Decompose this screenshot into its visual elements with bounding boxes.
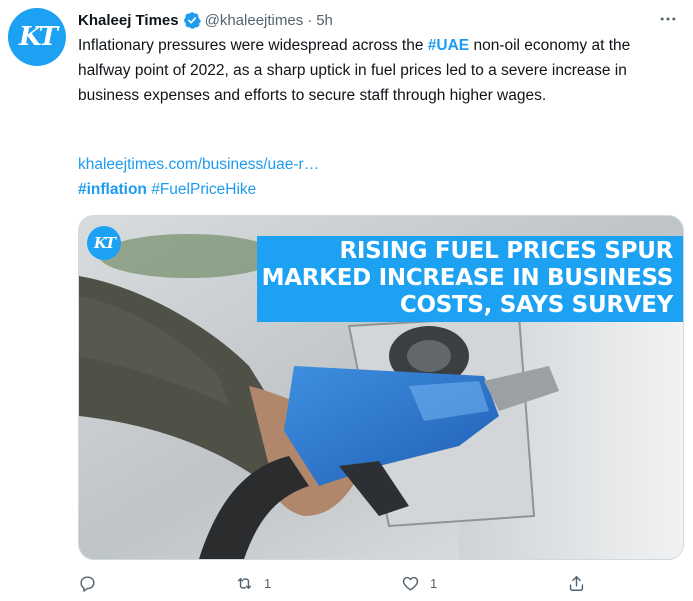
verified-badge-icon [183,12,201,29]
article-link[interactable]: khaleejtimes.com/business/uae-r… [78,156,319,173]
share-button[interactable] [567,574,586,593]
media-headline: Rising fuel prices spur marked increase … [257,236,683,322]
hashtag-inflation[interactable]: #inflation [78,181,147,198]
more-icon[interactable] [655,8,681,30]
headline-line-3: costs, says survey [399,292,673,318]
link-line: khaleejtimes.com/business/uae-r… [78,152,319,177]
hashtags-line: #inflation #FuelPriceHike [78,177,256,202]
headline-line-1: Rising fuel prices spur [339,238,674,264]
reply-icon [80,575,95,592]
tweet-media-image[interactable]: KT Rising fuel prices spur marked increa… [78,215,684,560]
share-icon [569,575,584,591]
account-handle[interactable]: @khaleejtimes [205,12,304,29]
retweet-button[interactable]: 1 [235,574,271,593]
tweet-text: Inflationary pressures were widespread a… [78,33,686,108]
hashtag-uae[interactable]: #UAE [428,37,469,54]
like-button[interactable]: 1 [401,574,437,593]
avatar[interactable]: KT [8,8,66,66]
tweet-time[interactable]: 5h [316,12,333,29]
reply-button[interactable] [78,574,107,593]
headline-line-2: marked increase in business [261,265,674,291]
account-name[interactable]: Khaleej Times [78,12,179,29]
like-icon [402,576,419,591]
tweet-text-part: Inflationary pressures were widespread a… [78,37,428,54]
retweet-icon [237,577,252,589]
hashtag-fuelpricehike[interactable]: #FuelPriceHike [151,181,256,198]
separator-dot: · [307,11,313,29]
like-count: 1 [430,575,438,591]
more-dots-glyph [660,17,676,21]
media-logo: KT [87,226,121,260]
avatar-logo-text: KT [19,22,58,52]
media-logo-text: KT [93,234,116,252]
tweet-header: Khaleej Times @khaleejtimes · 5h [78,9,681,31]
retweet-count: 1 [264,575,272,591]
tweet-actions: 1 1 [78,570,598,596]
